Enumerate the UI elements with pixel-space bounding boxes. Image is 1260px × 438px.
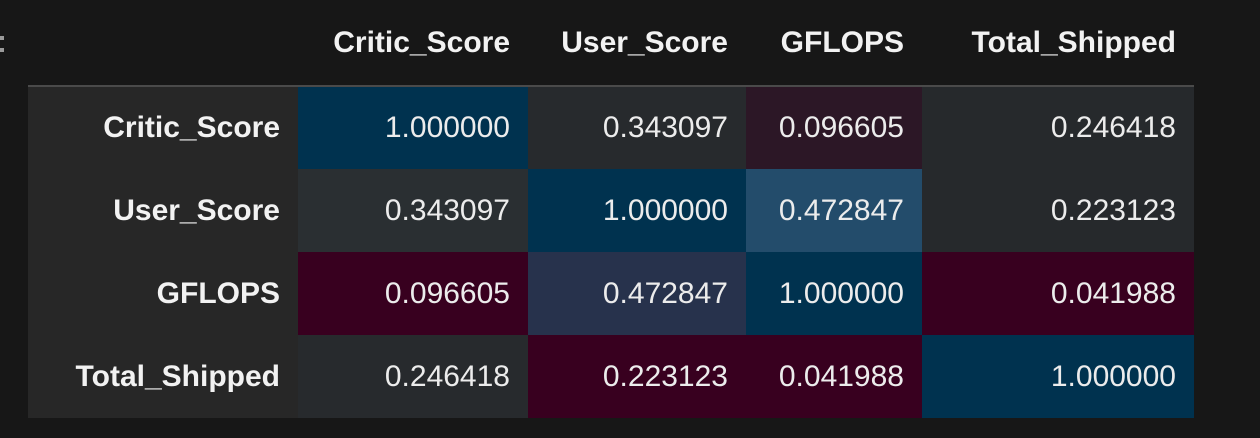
table-cell: 0.472847: [746, 169, 922, 252]
table-cell: 0.096605: [746, 86, 922, 169]
table-cell: 0.041988: [922, 252, 1194, 335]
header-row: Critic_Score User_Score GFLOPS Total_Shi…: [28, 0, 1194, 87]
table-row: Total_Shipped 0.246418 0.223123 0.041988…: [28, 335, 1194, 418]
column-header-critic-score: Critic_Score: [298, 0, 528, 87]
column-header-user-score: User_Score: [528, 0, 746, 87]
table-cell: 0.472847: [528, 252, 746, 335]
correlation-table: Critic_Score User_Score GFLOPS Total_Shi…: [28, 0, 1194, 418]
table-cell: 1.000000: [922, 335, 1194, 418]
row-label: Critic_Score: [28, 86, 298, 169]
column-header-total-shipped: Total_Shipped: [922, 0, 1194, 87]
row-label: User_Score: [28, 169, 298, 252]
table-cell: 0.223123: [528, 335, 746, 418]
cell-prompt-marker: [0, 34, 4, 54]
table-row: GFLOPS 0.096605 0.472847 1.000000 0.0419…: [28, 252, 1194, 335]
table-cell: 0.343097: [298, 169, 528, 252]
table-header: Critic_Score User_Score GFLOPS Total_Shi…: [28, 0, 1194, 87]
index-header-blank: [28, 0, 298, 87]
table-cell: 0.096605: [298, 252, 528, 335]
row-label: GFLOPS: [28, 252, 298, 335]
table-cell: 0.223123: [922, 169, 1194, 252]
table-row: User_Score 0.343097 1.000000 0.472847 0.…: [28, 169, 1194, 252]
table-body: Critic_Score 1.000000 0.343097 0.096605 …: [28, 86, 1194, 418]
table-cell: 0.246418: [298, 335, 528, 418]
row-label: Total_Shipped: [28, 335, 298, 418]
table-cell: 0.041988: [746, 335, 922, 418]
table-cell: 1.000000: [528, 169, 746, 252]
table-cell: 0.343097: [528, 86, 746, 169]
column-header-gflops: GFLOPS: [746, 0, 922, 87]
table-cell: 0.246418: [922, 86, 1194, 169]
table-row: Critic_Score 1.000000 0.343097 0.096605 …: [28, 86, 1194, 169]
table-cell: 1.000000: [298, 86, 528, 169]
table-cell: 1.000000: [746, 252, 922, 335]
